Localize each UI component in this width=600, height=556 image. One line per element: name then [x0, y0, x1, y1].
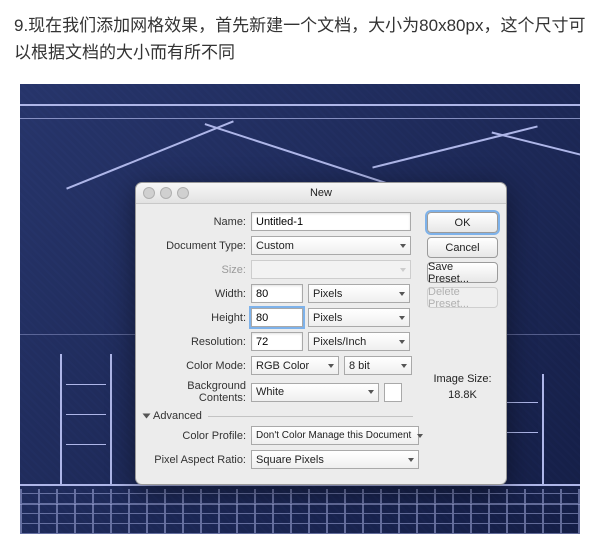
close-icon[interactable]: [143, 187, 155, 199]
new-document-dialog: New Name: Document Type: Custom: [135, 182, 507, 485]
image-size-label: Image Size:: [427, 372, 498, 387]
zoom-icon[interactable]: [177, 187, 189, 199]
pixelratio-value: Square Pixels: [256, 454, 324, 466]
minimize-icon[interactable]: [160, 187, 172, 199]
image-size-value: 18.8K: [427, 388, 498, 403]
cancel-button[interactable]: Cancel: [427, 237, 498, 258]
resolution-input[interactable]: [251, 332, 303, 351]
doctype-select[interactable]: Custom: [251, 236, 411, 255]
bgcontents-select[interactable]: White: [251, 383, 379, 402]
colorprofile-value: Don't Color Manage this Document: [256, 430, 411, 441]
height-input[interactable]: [251, 308, 303, 327]
bgcontents-value: White: [256, 386, 284, 398]
height-unit-value: Pixels: [313, 312, 342, 324]
label-pixelratio: Pixel Aspect Ratio:: [144, 454, 246, 466]
label-size: Size:: [144, 264, 246, 276]
width-unit-value: Pixels: [313, 288, 342, 300]
resolution-unit-value: Pixels/Inch: [313, 336, 366, 348]
name-input[interactable]: [251, 212, 411, 231]
label-width: Width:: [144, 288, 246, 300]
bitdepth-value: 8 bit: [349, 360, 370, 372]
dialog-titlebar[interactable]: New: [136, 183, 506, 204]
save-preset-button[interactable]: Save Preset...: [427, 262, 498, 283]
step-caption: 9.现在我们添加网格效果，首先新建一个文档，大小为80x80px，这个尺寸可以根…: [14, 12, 586, 66]
delete-preset-button: Delete Preset...: [427, 287, 498, 308]
label-colorprofile: Color Profile:: [144, 430, 246, 442]
label-name: Name:: [144, 216, 246, 228]
resolution-unit-select[interactable]: Pixels/Inch: [308, 332, 410, 351]
chevron-down-icon: [143, 414, 151, 419]
bitdepth-select[interactable]: 8 bit: [344, 356, 412, 375]
width-input[interactable]: [251, 284, 303, 303]
height-unit-select[interactable]: Pixels: [308, 308, 410, 327]
ok-button[interactable]: OK: [427, 212, 498, 233]
bgcolor-swatch[interactable]: [384, 383, 402, 402]
dialog-title: New: [310, 187, 332, 199]
advanced-label: Advanced: [153, 410, 202, 422]
colormode-select[interactable]: RGB Color: [251, 356, 339, 375]
pixelratio-select[interactable]: Square Pixels: [251, 450, 419, 469]
screenshot-area: New Name: Document Type: Custom: [20, 84, 580, 534]
size-select: [251, 260, 411, 279]
label-doctype: Document Type:: [144, 240, 246, 252]
label-colormode: Color Mode:: [144, 360, 246, 372]
colorprofile-select[interactable]: Don't Color Manage this Document: [251, 426, 419, 445]
label-resolution: Resolution:: [144, 336, 246, 348]
label-height: Height:: [144, 312, 246, 324]
advanced-toggle[interactable]: Advanced: [144, 410, 419, 422]
doctype-value: Custom: [256, 240, 294, 252]
width-unit-select[interactable]: Pixels: [308, 284, 410, 303]
label-bgcontents: Background Contents:: [144, 380, 246, 404]
colormode-value: RGB Color: [256, 360, 309, 372]
